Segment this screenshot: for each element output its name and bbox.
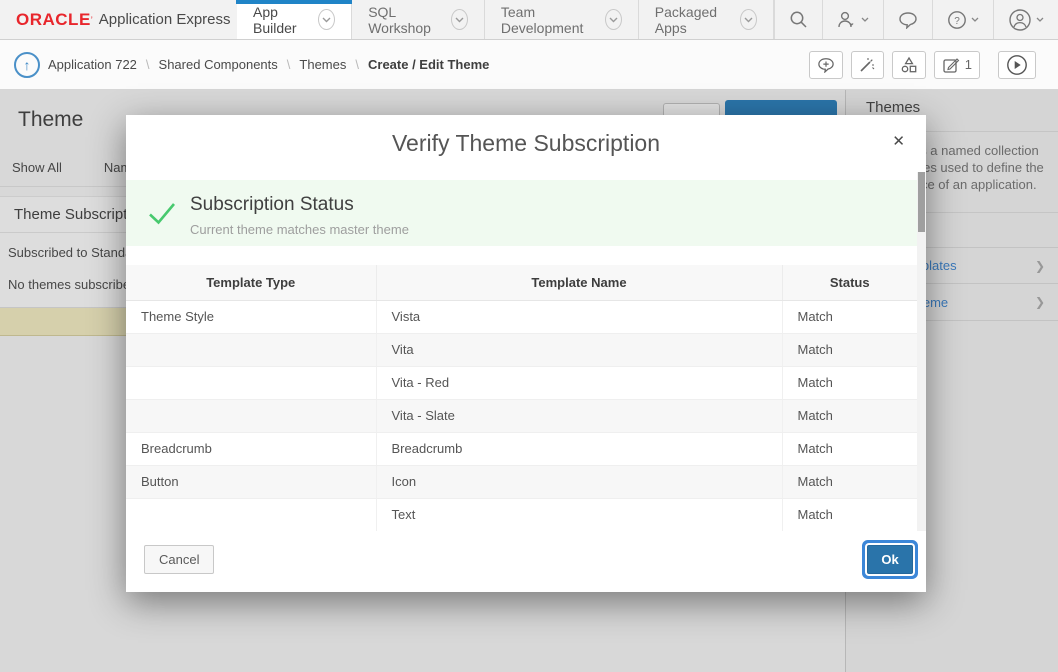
col-template-name: Template Name <box>376 265 782 300</box>
breadcrumb-bar: ↑ Application 722 \ Shared Components \ … <box>0 40 1058 90</box>
feedback-chat-icon[interactable] <box>883 0 932 39</box>
shared-components-button[interactable] <box>892 51 926 79</box>
breadcrumb-themes[interactable]: Themes <box>299 57 346 72</box>
breadcrumb-separator: \ <box>355 57 359 72</box>
tab-packaged-apps[interactable]: Packaged Apps <box>639 0 774 39</box>
administration-icon[interactable] <box>822 0 883 39</box>
table-header-row: Template Type Template Name Status <box>126 265 917 300</box>
chevron-down-icon[interactable] <box>605 9 622 30</box>
status-subtitle: Current theme matches master theme <box>190 222 409 237</box>
utilities-wand-button[interactable] <box>851 51 884 79</box>
table-row: Vita - RedMatch <box>126 366 917 399</box>
run-application-button[interactable] <box>998 51 1036 79</box>
breadcrumb: Application 722 \ Shared Components \ Th… <box>48 57 489 72</box>
subscription-status-banner: Subscription Status Current theme matche… <box>126 180 917 246</box>
breadcrumb-separator: \ <box>146 57 150 72</box>
status-title: Subscription Status <box>190 194 354 216</box>
page-action-buttons: 1 <box>801 51 1036 79</box>
dialog-header: Verify Theme Subscription ✕ <box>126 115 926 172</box>
table-row: TextMatch <box>126 498 917 531</box>
top-navigation-bar: ORACLE’ Application Express App Builder … <box>0 0 1058 40</box>
feedback-add-button[interactable] <box>809 51 843 79</box>
breadcrumb-application[interactable]: Application 722 <box>48 57 137 72</box>
success-check-icon <box>148 202 176 225</box>
chevron-down-icon[interactable] <box>740 9 757 30</box>
col-status: Status <box>782 265 917 300</box>
brand-suffix: Application Express <box>99 11 231 28</box>
question-glyph: ? <box>954 16 960 27</box>
verify-theme-subscription-dialog: Verify Theme Subscription ✕ Subscription… <box>126 115 926 592</box>
tab-app-builder[interactable]: App Builder <box>237 0 352 39</box>
breadcrumb-separator: \ <box>287 57 291 72</box>
template-status-table: Template Type Template Name Status Theme… <box>126 265 917 531</box>
oracle-trademark: ’ <box>91 15 93 25</box>
help-icon[interactable]: ? <box>932 0 993 39</box>
top-nav-icon-group: ? <box>774 0 1058 39</box>
oracle-logo: ORACLE <box>16 10 91 30</box>
up-arrow-icon[interactable]: ↑ <box>14 52 40 78</box>
table-row: Vita - SlateMatch <box>126 399 917 432</box>
table-row: Theme StyleVistaMatch <box>126 300 917 333</box>
dialog-scroll-area: Subscription Status Current theme matche… <box>126 172 917 531</box>
chevron-down-icon[interactable] <box>451 9 468 30</box>
breadcrumb-current-page: Create / Edit Theme <box>368 57 489 72</box>
dialog-scrollbar-track[interactable] <box>917 172 926 531</box>
ok-button[interactable]: Ok <box>867 545 913 574</box>
tab-team-development[interactable]: Team Development <box>485 0 639 39</box>
user-account-icon[interactable] <box>993 0 1058 39</box>
search-icon[interactable] <box>774 0 822 39</box>
breadcrumb-shared-components[interactable]: Shared Components <box>159 57 278 72</box>
table-row: VitaMatch <box>126 333 917 366</box>
edit-page-number: 1 <box>965 57 972 72</box>
dialog-title: Verify Theme Subscription <box>126 115 926 172</box>
dialog-footer: Cancel Ok <box>126 531 926 592</box>
edit-page-button[interactable]: 1 <box>934 51 980 79</box>
col-template-type: Template Type <box>126 265 376 300</box>
dialog-scrollbar-thumb[interactable] <box>918 172 925 232</box>
table-row: BreadcrumbBreadcrumbMatch <box>126 432 917 465</box>
close-icon[interactable]: ✕ <box>892 134 905 149</box>
table-row: ButtonIconMatch <box>126 465 917 498</box>
tab-sql-workshop[interactable]: SQL Workshop <box>352 0 485 39</box>
cancel-button[interactable]: Cancel <box>144 545 214 574</box>
chevron-down-icon[interactable] <box>318 9 335 30</box>
template-table-body: Theme StyleVistaMatchVitaMatchVita - Red… <box>126 300 917 531</box>
brand-logo: ORACLE’ Application Express <box>0 0 237 39</box>
